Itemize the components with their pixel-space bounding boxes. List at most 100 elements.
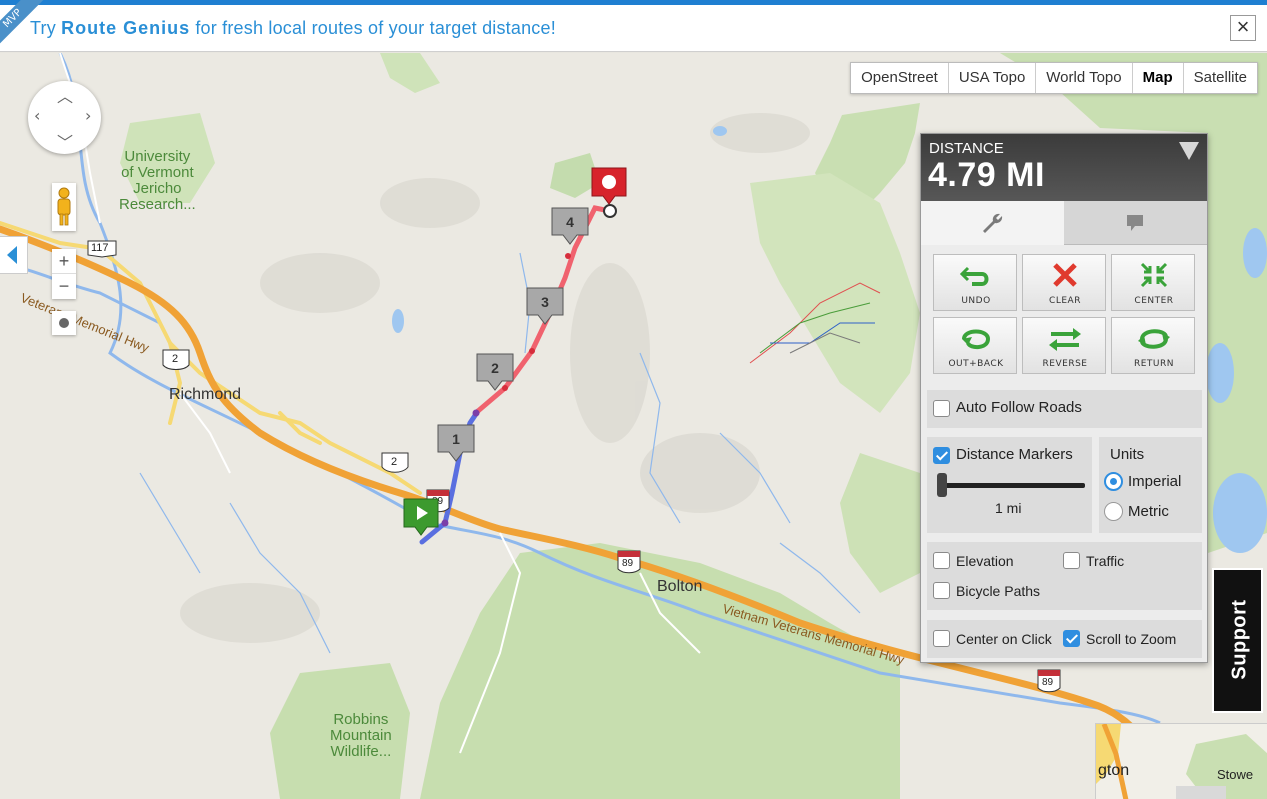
expand-sidebar-tab[interactable] (0, 236, 28, 274)
route-vertex-joint (441, 519, 449, 527)
units-row: Units Imperial Metric (1099, 437, 1202, 533)
distance-marker-3-text: 3 (541, 294, 549, 310)
scroll-to-zoom-label: Scroll to Zoom (1086, 631, 1177, 647)
elevation-checkbox[interactable] (933, 552, 950, 569)
locate-me-button[interactable] (52, 311, 76, 335)
center-button[interactable]: CENTER (1111, 254, 1195, 311)
forest-area (750, 173, 920, 413)
promo-suffix: for fresh local routes of your target di… (190, 18, 556, 38)
locate-dot-icon (59, 318, 69, 328)
pan-down-icon[interactable]: ﹀ (57, 129, 73, 153)
bicycle-paths-checkbox[interactable] (933, 582, 950, 599)
marker-interval-slider[interactable] (943, 483, 1085, 488)
left-arrow-icon (7, 246, 17, 264)
promo-text[interactable]: Try Route Genius for fresh local routes … (30, 18, 556, 39)
out-back-button[interactable]: OUT+BACK (933, 317, 1017, 374)
forest-area (840, 453, 920, 593)
traffic-checkbox[interactable] (1063, 552, 1080, 569)
start-marker-icon[interactable] (403, 498, 441, 538)
out-back-label: OUT+BACK (948, 359, 1004, 369)
distance-panel: DISTANCE 4.79 MI UNDO CLEAR CENTER OUT+B… (920, 133, 1208, 663)
map-type-openstreet[interactable]: OpenStreet (851, 63, 949, 93)
pan-control[interactable]: ︿ ﹀ ‹ › (28, 81, 101, 154)
pan-right-icon[interactable]: › (85, 106, 91, 125)
units-metric-label: Metric (1128, 503, 1169, 520)
map-type-world-topo[interactable]: World Topo (1036, 63, 1133, 93)
units-imperial-radio[interactable] (1104, 472, 1123, 491)
reverse-label: REVERSE (1042, 359, 1088, 369)
center-label: CENTER (1134, 296, 1174, 306)
pan-up-icon[interactable]: ︿ (57, 83, 73, 107)
collapse-triangle-icon[interactable] (1179, 142, 1199, 160)
promo-brand-link[interactable]: Route Genius (61, 18, 190, 38)
distance-marker-3[interactable]: 3 (526, 287, 566, 327)
tool-grid: UNDO CLEAR CENTER OUT+BACK REVERSE RETUR… (921, 245, 1207, 378)
map-type-switcher: OpenStreet USA Topo World Topo Map Satel… (850, 62, 1258, 94)
street-view-pegman-icon[interactable] (52, 183, 76, 231)
return-loop-icon (1138, 329, 1170, 349)
map-type-usa-topo[interactable]: USA Topo (949, 63, 1037, 93)
reverse-button[interactable]: REVERSE (1022, 317, 1106, 374)
distance-markers-row: Distance Markers 1 mi (927, 437, 1092, 533)
bicycle-paths-label: Bicycle Paths (956, 583, 1041, 599)
undo-button[interactable]: UNDO (933, 254, 1017, 311)
layers-row: Elevation Traffic Bicycle Paths (927, 542, 1202, 610)
tab-tools[interactable] (921, 201, 1064, 245)
distance-marker-1[interactable]: 1 (437, 424, 477, 464)
center-arrows-icon (1140, 262, 1168, 288)
marker-interval-value: 1 mi (995, 500, 1022, 516)
scroll-to-zoom-checkbox[interactable] (1063, 630, 1080, 647)
pan-left-icon[interactable]: ‹ (34, 106, 40, 125)
distance-marker-4[interactable]: 4 (551, 207, 591, 247)
auto-follow-checkbox[interactable] (933, 400, 950, 417)
speech-bubble-icon (1127, 215, 1143, 231)
center-on-click-label: Center on Click (956, 631, 1052, 647)
return-label: RETURN (1133, 359, 1174, 369)
zoom-in-button[interactable]: + (52, 249, 76, 274)
forest-area (270, 663, 410, 799)
units-title: Units (1110, 446, 1145, 463)
undo-arrow-icon (959, 266, 989, 286)
support-label: Support (1228, 599, 1251, 680)
reverse-arrows-icon (1049, 328, 1081, 351)
forest-area (120, 113, 215, 203)
traffic-label: Traffic (1086, 553, 1125, 569)
marker-interval-thumb[interactable] (937, 473, 947, 497)
distance-header: DISTANCE 4.79 MI (921, 134, 1207, 201)
return-button[interactable]: RETURN (1111, 317, 1195, 374)
map-type-map[interactable]: Map (1133, 63, 1184, 93)
route-vertex-joint (472, 409, 480, 417)
promo-prefix: Try (30, 18, 62, 38)
distance-markers-label: Distance Markers (956, 446, 1073, 463)
distance-value: 4.79 MI (928, 156, 1045, 194)
panel-tabs (921, 201, 1207, 245)
behavior-row: Center on Click Scroll to Zoom (927, 620, 1202, 658)
elevation-label: Elevation (956, 553, 1014, 569)
end-marker-icon[interactable] (591, 167, 629, 207)
red-x-icon (1053, 263, 1077, 287)
inset-map[interactable]: gton Stowe (1095, 723, 1267, 799)
wrench-icon (983, 213, 1003, 233)
auto-follow-row: Auto Follow Roads (927, 390, 1202, 428)
distance-marker-2-text: 2 (491, 360, 499, 376)
distance-markers-checkbox[interactable] (933, 447, 950, 464)
units-imperial-label: Imperial (1128, 473, 1182, 490)
center-on-click-checkbox[interactable] (933, 630, 950, 647)
close-icon[interactable]: × (1230, 15, 1256, 41)
map-type-satellite[interactable]: Satellite (1184, 63, 1257, 93)
forest-area (380, 53, 440, 93)
distance-marker-4-text: 4 (566, 214, 574, 230)
units-metric-radio[interactable] (1104, 502, 1123, 521)
promo-banner: MVP Try Route Genius for fresh local rou… (0, 0, 1267, 52)
support-tab[interactable]: Support (1212, 568, 1263, 713)
clear-label: CLEAR (1049, 296, 1081, 306)
undo-label: UNDO (961, 296, 991, 306)
tab-comments[interactable] (1064, 201, 1207, 245)
distance-marker-2[interactable]: 2 (476, 353, 516, 393)
clear-button[interactable]: CLEAR (1022, 254, 1106, 311)
zoom-out-button[interactable]: − (52, 274, 76, 299)
distance-marker-1-text: 1 (452, 431, 460, 447)
zoom-control: + − (52, 249, 76, 299)
distance-label: DISTANCE (929, 140, 1004, 157)
auto-follow-label: Auto Follow Roads (956, 399, 1082, 416)
